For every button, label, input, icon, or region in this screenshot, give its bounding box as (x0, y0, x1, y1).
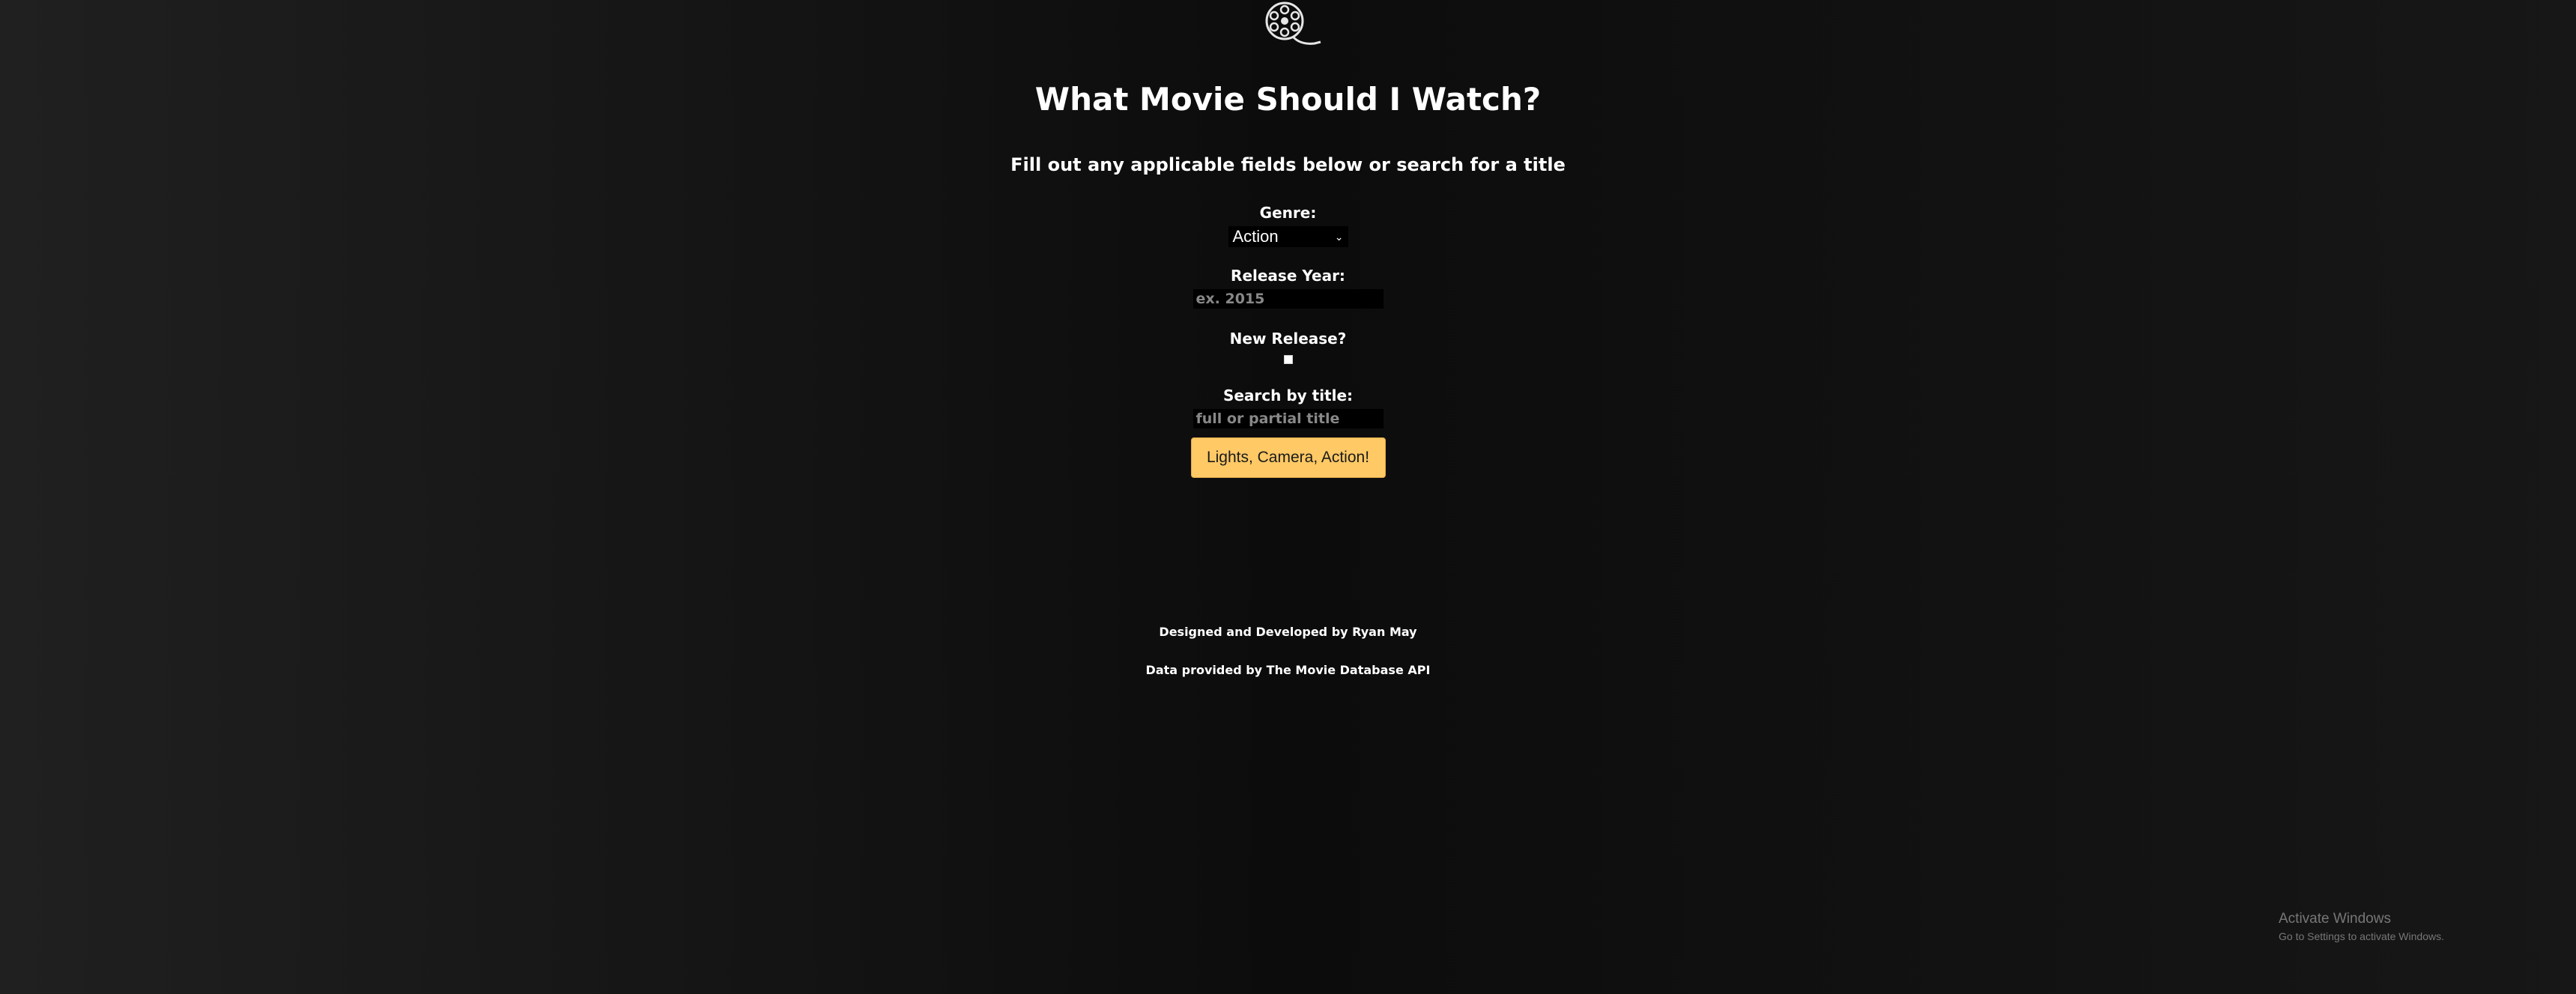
page-title: What Movie Should I Watch? (1034, 81, 1542, 118)
genre-label: Genre: (1259, 204, 1317, 222)
release-year-input[interactable]: ex. 2015 (1192, 289, 1384, 309)
release-year-placeholder: ex. 2015 (1195, 291, 1265, 308)
search-title-label: Search by title: (1222, 387, 1354, 405)
submit-button[interactable]: Lights, Camera, Action! (1190, 437, 1386, 479)
main-container: What Movie Should I Watch? Fill out any … (0, 0, 2576, 677)
release-year-label: Release Year: (1231, 267, 1345, 285)
developer-credit: Designed and Developed by Ryan May (1159, 625, 1417, 640)
search-title-input[interactable]: full or partial title (1192, 409, 1384, 429)
watermark-title: Activate Windows (2279, 911, 2391, 927)
genre-selected-value: Action (1232, 227, 1279, 246)
new-release-label: New Release? (1229, 330, 1347, 348)
search-title-placeholder: full or partial title (1195, 410, 1340, 428)
data-credit: Data provided by The Movie Database API (1145, 663, 1431, 678)
film-reel-icon (1265, 1, 1321, 45)
page-subtitle: Fill out any applicable fields below or … (1010, 154, 1566, 176)
activate-windows-watermark: Activate Windows Go to Settings to activ… (2279, 911, 2444, 942)
watermark-subtitle: Go to Settings to activate Windows. (2279, 930, 2444, 942)
chevron-down-icon: ⌄ (1334, 230, 1344, 243)
new-release-checkbox[interactable] (1283, 355, 1293, 365)
genre-select[interactable]: Action ⌄ (1228, 226, 1348, 248)
